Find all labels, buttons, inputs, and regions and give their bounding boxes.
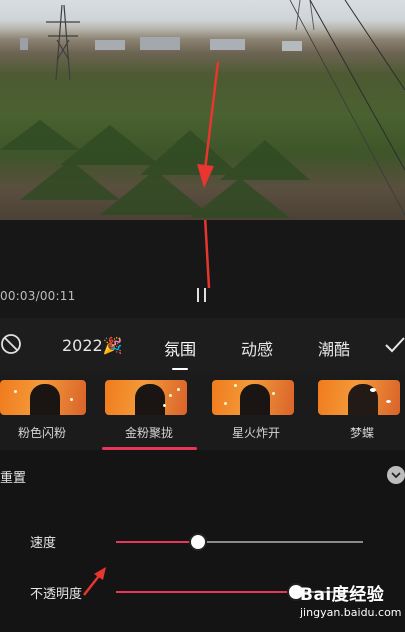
speed-slider[interactable] — [116, 533, 363, 551]
confirm-check-icon[interactable] — [384, 336, 405, 354]
reset-row — [0, 450, 405, 502]
playback-time: 00:03/00:11 — [0, 289, 76, 303]
power-pylon-icon — [46, 4, 80, 81]
pause-icon[interactable] — [194, 287, 210, 303]
annotation-arrow-bottom — [83, 567, 106, 596]
opacity-slider-fill — [116, 591, 296, 593]
no-effect-icon[interactable] — [0, 333, 22, 355]
effect-thumb-dream-butterfly[interactable] — [318, 380, 400, 415]
baidu-watermark: Bai度经验 — [300, 585, 385, 605]
speed-slider-fill — [116, 541, 198, 543]
opacity-label: 不透明度 — [30, 587, 83, 602]
effect-label: 粉色闪粉 — [17, 426, 66, 440]
tab-atmosphere[interactable]: 氛围 — [164, 336, 196, 360]
video-frame-scene — [0, 0, 405, 218]
annotation-arrow-top — [203, 220, 211, 289]
active-tab-indicator — [172, 368, 188, 370]
speed-slider-knob[interactable] — [189, 533, 207, 551]
baidu-watermark-url: jingyan.baidu.com — [300, 606, 402, 619]
effect-thumb-pink-glitter[interactable] — [0, 380, 86, 415]
tab-trendy[interactable]: 潮酷 — [318, 336, 350, 360]
effect-thumb-gold-gather[interactable] — [105, 380, 187, 415]
effect-thumb-spark-burst[interactable] — [212, 380, 294, 415]
tab-2022[interactable]: 2022🎉 — [62, 336, 123, 355]
timeline-area[interactable] — [0, 220, 405, 318]
video-preview[interactable] — [0, 0, 405, 220]
effect-label: 梦蝶 — [349, 426, 374, 440]
speed-label: 速度 — [30, 536, 57, 551]
tab-dynamic[interactable]: 动感 — [241, 336, 273, 360]
chevron-down-icon[interactable] — [387, 466, 405, 484]
reset-button[interactable]: 重置 — [0, 467, 26, 486]
effect-label: 星火炸开 — [231, 426, 280, 440]
effect-label: 金粉聚拢 — [124, 426, 173, 440]
